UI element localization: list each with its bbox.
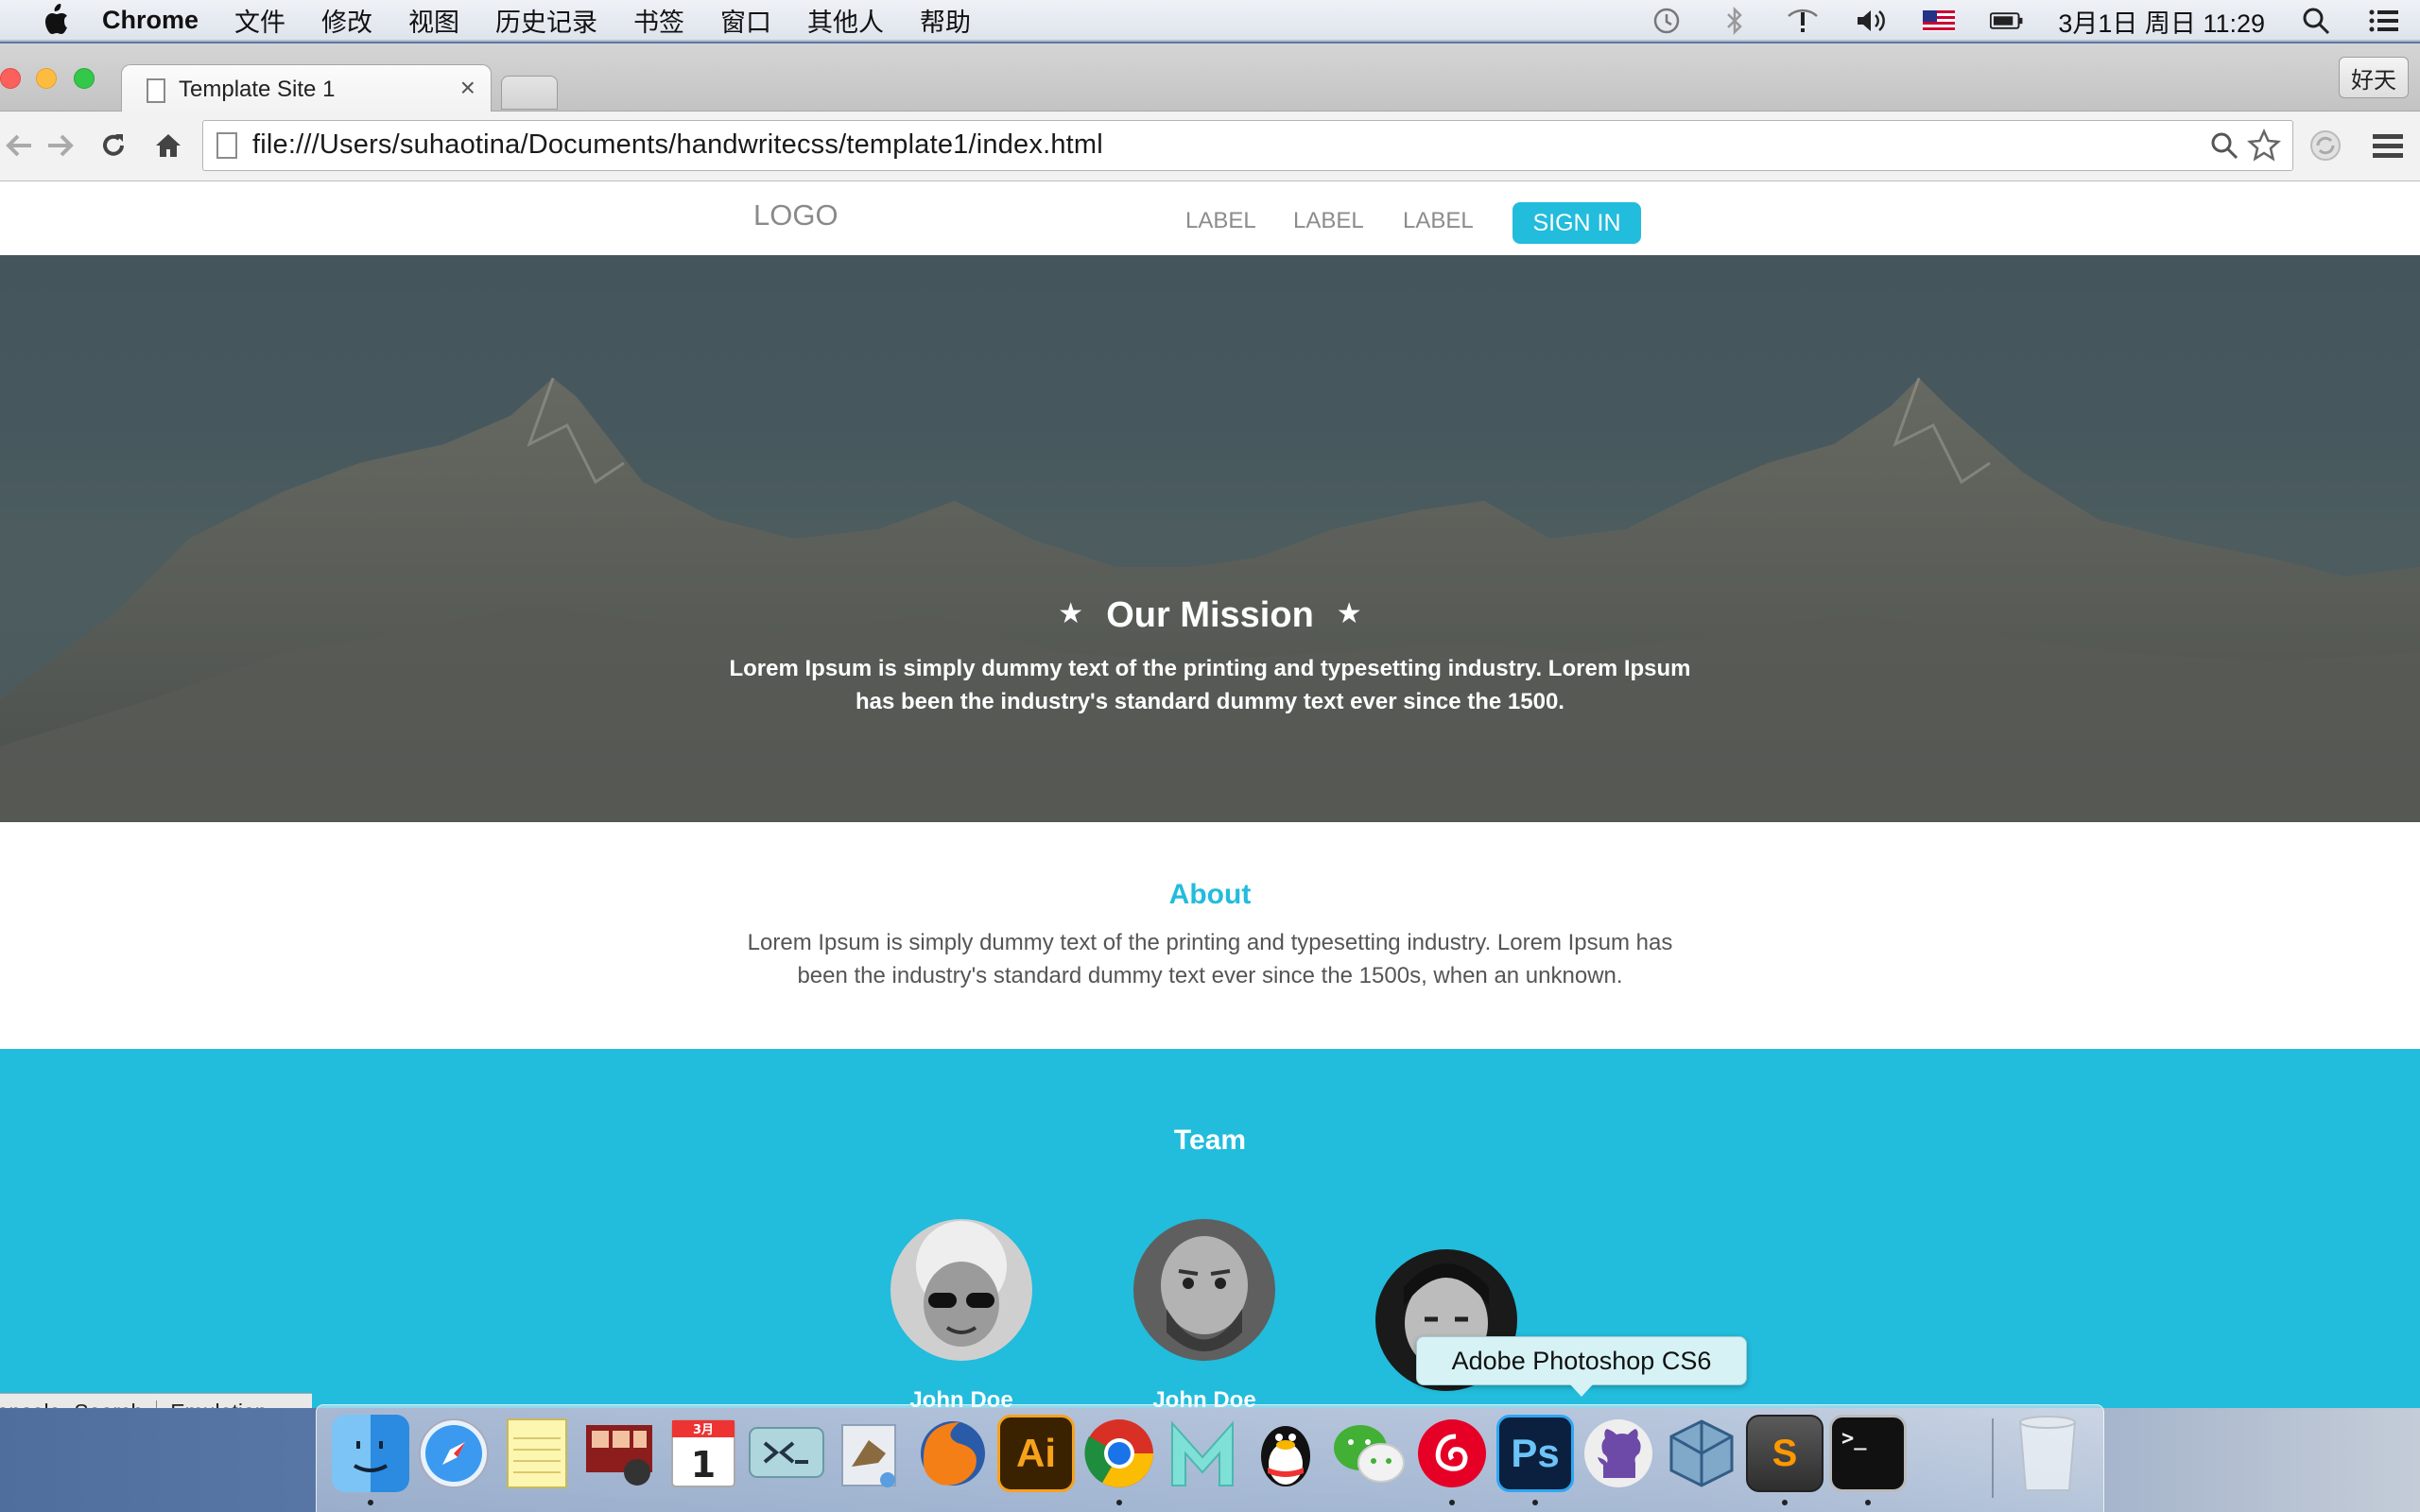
photoshop-icon[interactable]: Ps xyxy=(1496,1415,1574,1492)
dock-tooltip: Adobe Photoshop CS6 xyxy=(1416,1336,1747,1397)
menu-view[interactable]: 视图 xyxy=(408,2,459,39)
forward-button[interactable] xyxy=(42,127,79,164)
volume-icon[interactable] xyxy=(1854,6,1888,36)
star-icon: ★ xyxy=(1058,598,1084,629)
notes-icon[interactable] xyxy=(498,1415,576,1492)
browser-tab-strip: Template Site 1 × 好天 xyxy=(0,43,2420,113)
menu-app-name[interactable]: Chrome xyxy=(102,6,199,35)
github-icon[interactable] xyxy=(1580,1415,1657,1492)
page-viewport: LOGO LABEL LABEL LABEL SIGN IN ★ Our Miss… xyxy=(0,181,2420,1408)
new-tab-button[interactable] xyxy=(501,76,558,110)
nav-label-2[interactable]: LABEL xyxy=(1293,208,1364,234)
netease-music-icon[interactable] xyxy=(1413,1415,1491,1492)
running-indicator xyxy=(368,1500,373,1505)
time-machine-icon[interactable] xyxy=(1650,6,1684,36)
mission-title: ★ Our Mission ★ xyxy=(0,595,2420,636)
photo-booth-icon[interactable] xyxy=(581,1415,659,1492)
finder-icon[interactable] xyxy=(332,1415,409,1492)
nav-label-1[interactable]: LABEL xyxy=(1185,208,1256,234)
avatar xyxy=(1133,1219,1275,1361)
macos-menubar: Chrome 文件 修改 视图 历史记录 书签 窗口 其他人 帮助 3月1日 周… xyxy=(0,0,2420,42)
menu-bookmarks[interactable]: 书签 xyxy=(633,2,684,39)
wifi-alert-icon[interactable] xyxy=(1786,6,1820,36)
hero-section: ★ Our Mission ★ Lorem Ipsum is simply dumm… xyxy=(0,255,2420,822)
notification-center-icon[interactable] xyxy=(2367,6,2401,36)
running-indicator xyxy=(1782,1500,1788,1505)
menu-help[interactable]: 帮助 xyxy=(920,2,971,39)
running-indicator xyxy=(1865,1500,1871,1505)
star-icon: ★ xyxy=(1336,598,1362,629)
wechat-icon[interactable] xyxy=(1330,1415,1408,1492)
page-icon xyxy=(216,132,237,159)
chrome-icon[interactable] xyxy=(1080,1415,1158,1492)
about-title: About xyxy=(1168,879,1252,910)
site-logo[interactable]: LOGO xyxy=(753,198,838,232)
spotlight-search-icon[interactable] xyxy=(2299,6,2333,36)
menu-people[interactable]: 其他人 xyxy=(807,2,884,39)
about-text: Lorem Ipsum is simply dummy text of the … xyxy=(747,930,1673,988)
illustrator-icon[interactable]: Ai xyxy=(997,1415,1075,1492)
calendar-day: 1 xyxy=(691,1444,716,1486)
terminal-icon[interactable]: >_ xyxy=(1829,1415,1907,1492)
bluetooth-icon[interactable] xyxy=(1718,6,1752,36)
sublime-text-icon[interactable]: S xyxy=(1746,1415,1824,1492)
screen-sharing-icon[interactable] xyxy=(748,1415,825,1492)
running-indicator xyxy=(1532,1500,1538,1505)
running-indicator xyxy=(1449,1500,1455,1505)
team-section: Team John Doe John Doe xyxy=(0,1049,2420,1408)
window-minimize-button[interactable] xyxy=(36,68,57,89)
macdown-icon[interactable] xyxy=(1164,1415,1241,1492)
window-close-button[interactable] xyxy=(0,68,21,89)
trash-icon[interactable] xyxy=(2009,1415,2086,1492)
profile-button[interactable]: 好天 xyxy=(2339,57,2409,98)
tab-close-icon[interactable]: × xyxy=(460,73,475,103)
back-button[interactable] xyxy=(0,127,38,164)
url-text[interactable]: file:///Users/suhaotina/Documents/handwr… xyxy=(252,129,1103,161)
about-section: About Lorem Ipsum is simply dummy text o… xyxy=(0,822,2420,1049)
mission-title-text: Our Mission xyxy=(1106,595,1314,635)
chrome-menu-icon[interactable] xyxy=(2369,127,2407,164)
menu-file[interactable]: 文件 xyxy=(234,2,285,39)
menubar-clock[interactable]: 3月1日 周日 11:29 xyxy=(2058,3,2265,40)
avatar xyxy=(890,1219,1032,1361)
mountain-background-image xyxy=(0,255,2420,822)
browser-toolbar: file:///Users/suhaotina/Documents/handwr… xyxy=(0,112,2420,181)
site-header: LOGO LABEL LABEL LABEL SIGN IN xyxy=(0,181,2420,255)
us-flag-icon[interactable] xyxy=(1922,6,1956,36)
dock-separator xyxy=(1992,1418,1994,1498)
bookmark-star-icon[interactable] xyxy=(2246,128,2282,167)
mail-icon[interactable] xyxy=(831,1415,908,1492)
calendar-icon[interactable]: 3月 1 xyxy=(665,1415,742,1492)
battery-icon[interactable] xyxy=(1990,6,2024,36)
window-zoom-button[interactable] xyxy=(74,68,95,89)
nav-label-3[interactable]: LABEL xyxy=(1403,208,1474,234)
running-indicator xyxy=(1116,1500,1122,1505)
firefox-icon[interactable] xyxy=(914,1415,992,1492)
team-member-card: John Doe xyxy=(1129,1219,1280,1408)
dock: 3月 1 Ai Ps S >_ xyxy=(316,1404,2104,1512)
extension-sync-icon[interactable] xyxy=(2307,127,2344,164)
team-member-card: John Doe xyxy=(886,1219,1037,1408)
sign-in-button[interactable]: SIGN IN xyxy=(1512,202,1641,244)
mission-text: Lorem Ipsum is simply dummy text of the … xyxy=(729,656,1691,714)
menu-window[interactable]: 窗口 xyxy=(720,2,771,39)
qq-icon[interactable] xyxy=(1247,1415,1324,1492)
zoom-icon[interactable] xyxy=(2209,130,2239,165)
tab-title: Template Site 1 xyxy=(179,77,336,102)
address-bar[interactable]: file:///Users/suhaotina/Documents/handwr… xyxy=(202,120,2293,171)
calendar-month: 3月 xyxy=(693,1423,714,1437)
tab-template-site[interactable]: Template Site 1 × xyxy=(121,64,492,113)
menu-edit[interactable]: 修改 xyxy=(321,2,372,39)
safari-icon[interactable] xyxy=(415,1415,493,1492)
page-icon xyxy=(147,78,165,103)
home-button[interactable] xyxy=(149,127,187,164)
virtualbox-icon[interactable] xyxy=(1663,1415,1740,1492)
apple-menu-icon[interactable] xyxy=(38,1,74,39)
team-title: Team xyxy=(1173,1125,1247,1156)
menu-history[interactable]: 历史记录 xyxy=(495,2,597,39)
reload-button[interactable] xyxy=(95,127,132,164)
